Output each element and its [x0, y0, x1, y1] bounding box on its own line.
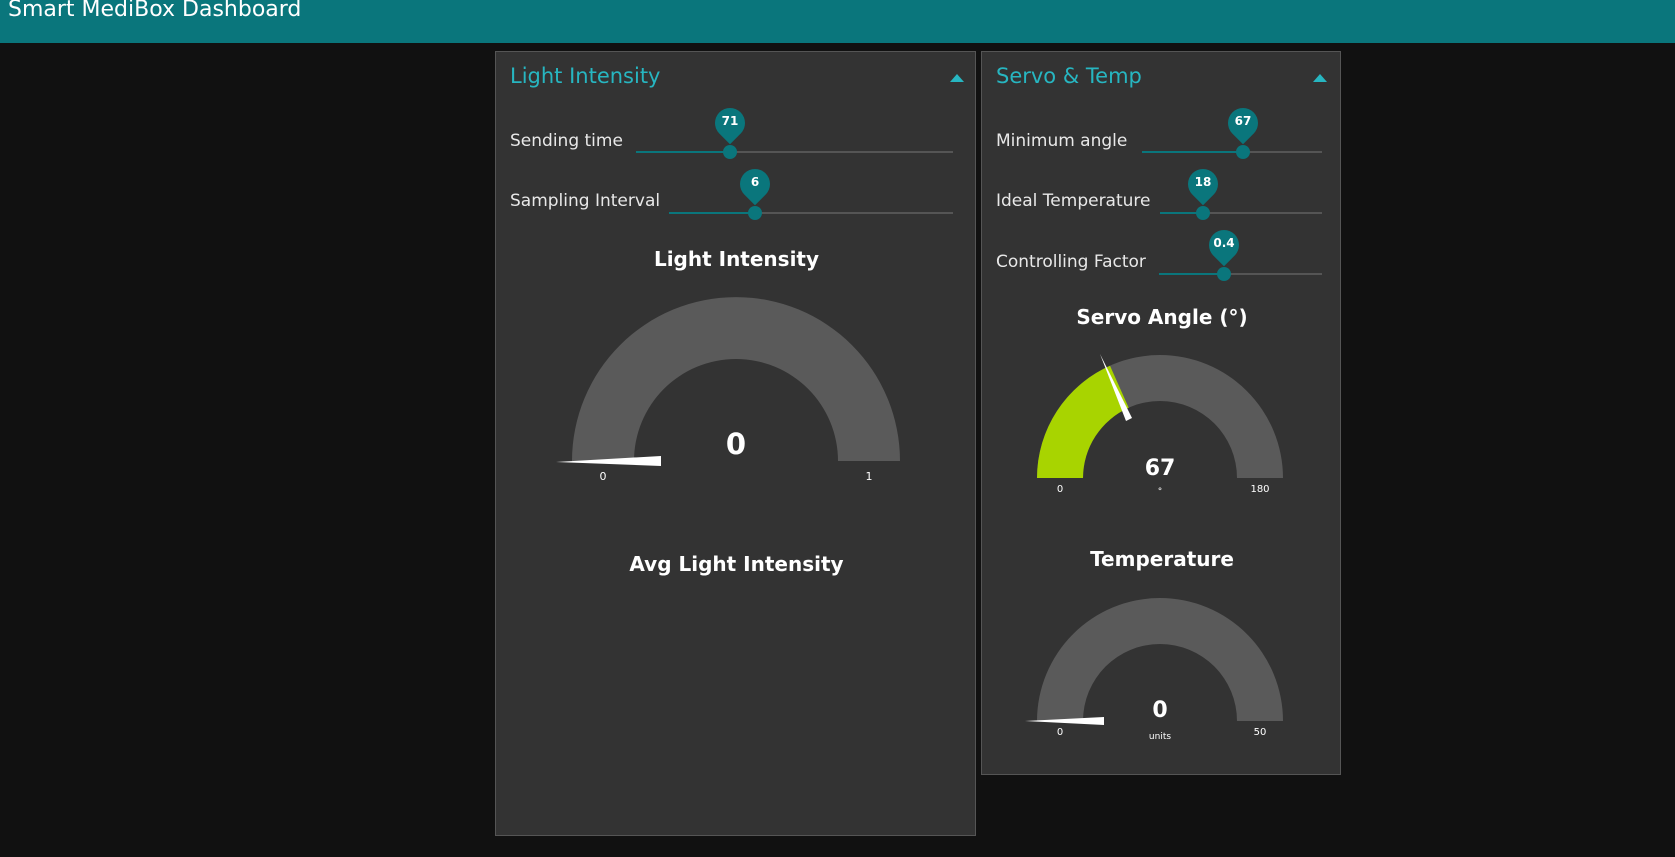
servo-temp-card: Servo & Temp Minimum angle 67 Ideal Temp… — [981, 51, 1341, 775]
temperature-gauge-value: 0 — [1152, 698, 1167, 723]
light-gauge-max: 1 — [866, 470, 873, 483]
light-gauge-value: 0 — [726, 427, 746, 461]
temperature-gauge-units: units — [1149, 732, 1171, 742]
temperature-gauge-max: 50 — [1254, 727, 1267, 738]
light-gauge-min: 0 — [600, 470, 607, 483]
light-intensity-gauge: 0 0 1 — [556, 297, 900, 483]
app-title: Smart MediBox Dashboard — [8, 0, 302, 22]
top-header: Smart MediBox Dashboard — [0, 0, 1675, 43]
temperature-gauge-min: 0 — [1057, 727, 1063, 738]
avg-light-chart-title: Avg Light Intensity — [629, 552, 844, 576]
temperature-gauge: 0 units 0 50 — [1025, 598, 1283, 742]
light-intensity-card: Light Intensity Sending time 71 Sampling… — [495, 51, 976, 836]
